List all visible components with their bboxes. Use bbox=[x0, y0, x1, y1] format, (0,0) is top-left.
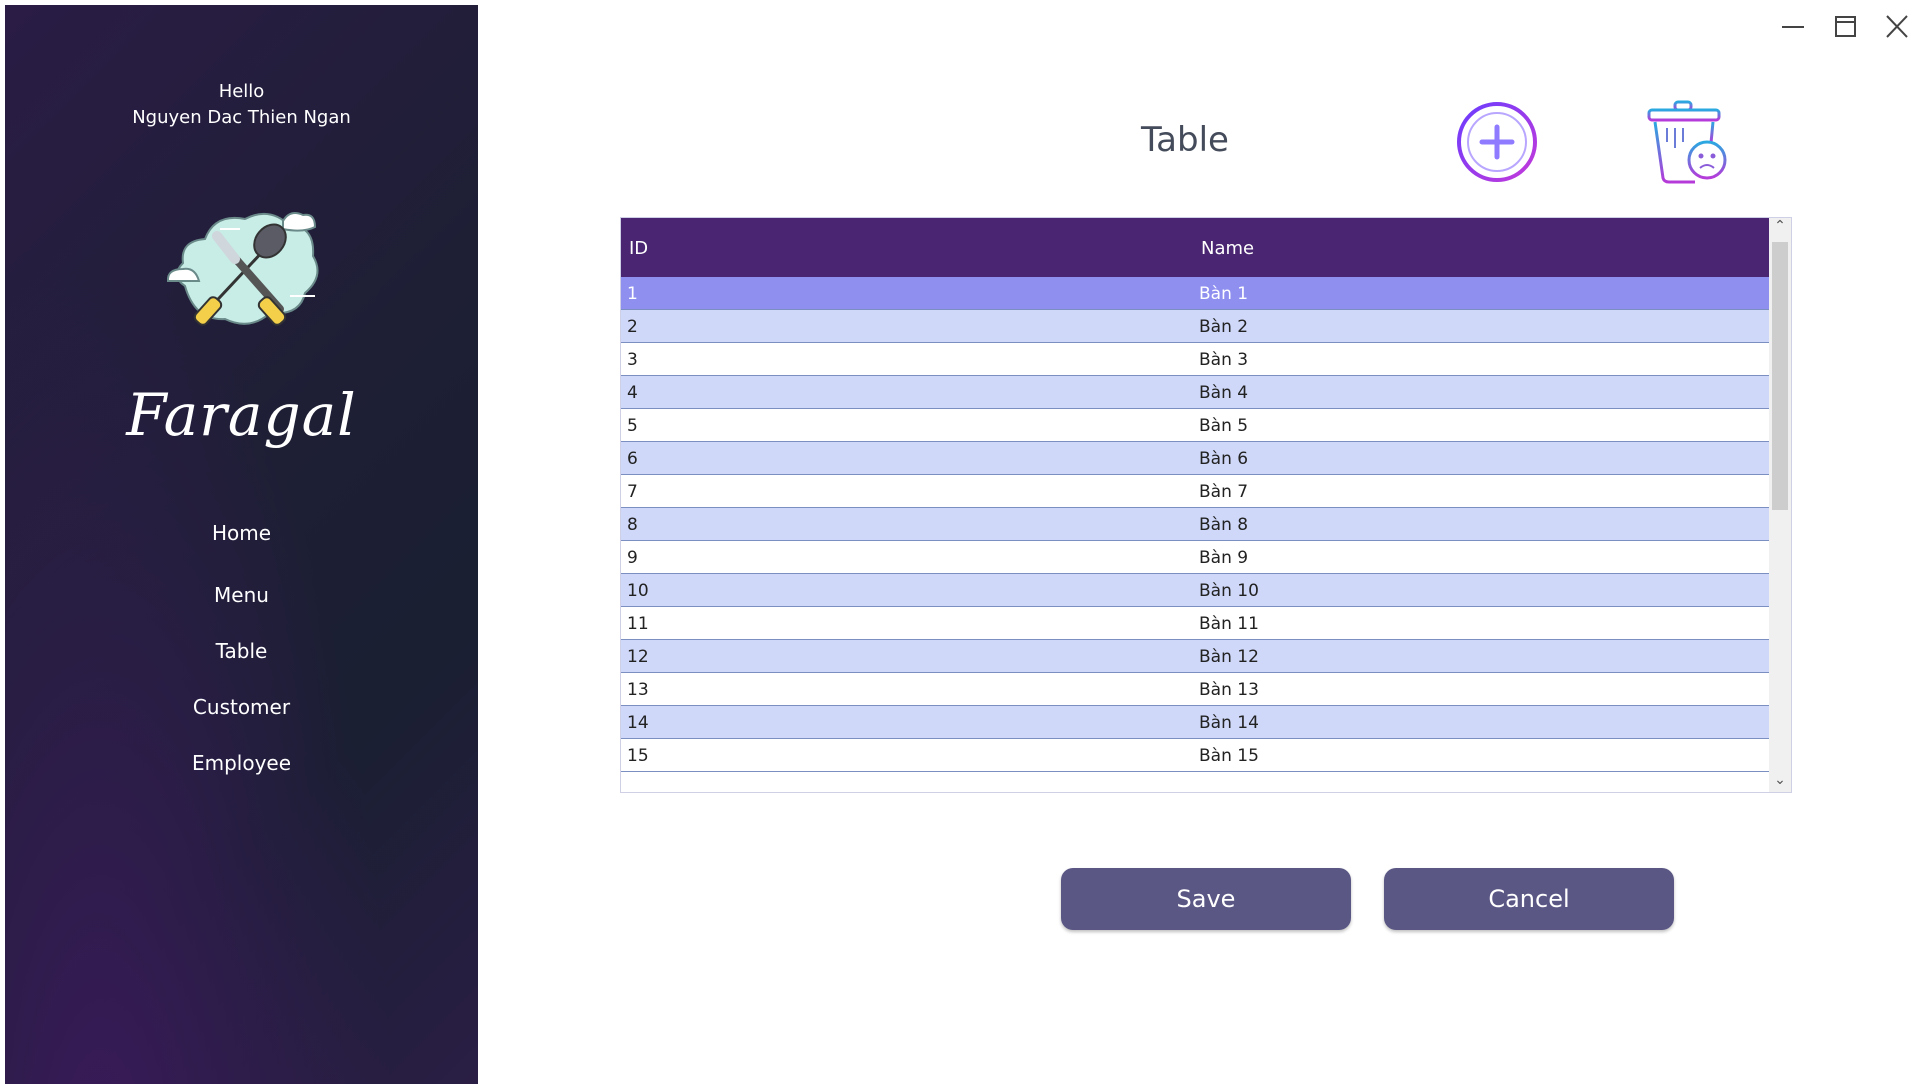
table-row[interactable]: 12 Bàn 12 bbox=[621, 640, 1769, 673]
grid-rows: 1 Bàn 1 2 Bàn 2 3 Bàn 3 4 Bàn 4 5 Bàn 5 6 Bàn 6 7 Bàn… bbox=[621, 277, 1769, 772]
nav-employee[interactable]: Employee bbox=[5, 751, 478, 775]
table-row[interactable]: 15 Bàn 15 bbox=[621, 739, 1769, 772]
cell-id: 9 bbox=[627, 548, 638, 568]
scrollbar-thumb[interactable] bbox=[1772, 242, 1788, 510]
table-row[interactable]: 5 Bàn 5 bbox=[621, 409, 1769, 442]
cell-id: 12 bbox=[627, 647, 649, 667]
cell-name: Bàn 3 bbox=[1199, 350, 1249, 370]
cell-name: Bàn 10 bbox=[1199, 581, 1259, 601]
brand-logo-text: Faragal bbox=[126, 381, 357, 449]
cell-id: 14 bbox=[627, 713, 649, 733]
cell-id: 8 bbox=[627, 515, 638, 535]
cell-name: Bàn 7 bbox=[1199, 482, 1249, 502]
cell-id: 15 bbox=[627, 746, 649, 766]
user-name: Nguyen Dac Thien Ngan bbox=[132, 107, 351, 128]
save-button[interactable]: Save bbox=[1061, 868, 1351, 930]
cell-name: Bàn 8 bbox=[1199, 515, 1249, 535]
column-header-name[interactable]: Name bbox=[1201, 238, 1254, 259]
cell-name: Bàn 6 bbox=[1199, 449, 1249, 469]
cell-id: 7 bbox=[627, 482, 638, 502]
cell-id: 3 bbox=[627, 350, 638, 370]
sidebar: Hello Nguyen Dac Thien Ngan Faragal Home… bbox=[5, 5, 478, 1084]
cell-name: Bàn 9 bbox=[1199, 548, 1249, 568]
nav-table[interactable]: Table bbox=[5, 639, 478, 663]
cell-name: Bàn 1 bbox=[1199, 284, 1249, 304]
cell-name: Bàn 4 bbox=[1199, 383, 1249, 403]
add-button[interactable] bbox=[1455, 100, 1539, 184]
column-header-id[interactable]: ID bbox=[629, 238, 648, 259]
cell-id: 5 bbox=[627, 416, 638, 436]
cell-id: 13 bbox=[627, 680, 649, 700]
table-row[interactable]: 11 Bàn 11 bbox=[621, 607, 1769, 640]
scroll-up-icon[interactable]: ⌃ bbox=[1769, 218, 1791, 238]
table-row[interactable]: 14 Bàn 14 bbox=[621, 706, 1769, 739]
page-title: Table bbox=[1141, 120, 1229, 160]
crossed-knife-spoon-icon bbox=[166, 212, 319, 326]
cell-id: 10 bbox=[627, 581, 649, 601]
cell-name: Bàn 5 bbox=[1199, 416, 1249, 436]
cell-name: Bàn 2 bbox=[1199, 317, 1249, 337]
scroll-down-icon[interactable]: ⌄ bbox=[1769, 772, 1791, 792]
cell-id: 6 bbox=[627, 449, 638, 469]
minimize-icon[interactable] bbox=[1776, 12, 1810, 42]
nav-home[interactable]: Home bbox=[5, 521, 478, 545]
cell-id: 4 bbox=[627, 383, 638, 403]
cell-id: 11 bbox=[627, 614, 649, 634]
table-row[interactable]: 2 Bàn 2 bbox=[621, 310, 1769, 343]
table-row[interactable]: 13 Bàn 13 bbox=[621, 673, 1769, 706]
table-row[interactable]: 9 Bàn 9 bbox=[621, 541, 1769, 574]
tables-grid[interactable]: ID Name 1 Bàn 1 2 Bàn 2 3 Bàn 3 4 Bàn 4 5 Bàn 56B… bbox=[620, 217, 1792, 793]
cell-name: Bàn 12 bbox=[1199, 647, 1259, 667]
nav-customer[interactable]: Customer bbox=[5, 695, 478, 719]
nav-menu[interactable]: Menu bbox=[5, 583, 478, 607]
table-row[interactable]: 7 Bàn 7 bbox=[621, 475, 1769, 508]
cell-id: 1 bbox=[627, 284, 638, 304]
table-row[interactable]: 10 Bàn 10 bbox=[621, 574, 1769, 607]
table-row[interactable]: 3 Bàn 3 bbox=[621, 343, 1769, 376]
cell-name: Bàn 14 bbox=[1199, 713, 1259, 733]
table-row[interactable]: 8 Bàn 8 bbox=[621, 508, 1769, 541]
vertical-scrollbar[interactable]: ⌃ ⌄ bbox=[1769, 218, 1791, 792]
maximize-icon[interactable] bbox=[1828, 12, 1862, 42]
table-row[interactable]: 6 Bàn 6 bbox=[621, 442, 1769, 475]
table-row[interactable]: 1 Bàn 1 bbox=[621, 277, 1769, 310]
delete-button[interactable] bbox=[1645, 98, 1730, 186]
cell-id: 2 bbox=[627, 317, 638, 337]
cell-name: Bàn 15 bbox=[1199, 746, 1259, 766]
cancel-button[interactable]: Cancel bbox=[1384, 868, 1674, 930]
greeting-text: Hello bbox=[218, 81, 265, 102]
close-icon[interactable] bbox=[1880, 12, 1914, 42]
cell-name: Bàn 11 bbox=[1199, 614, 1259, 634]
grid-header: ID Name bbox=[621, 218, 1769, 277]
cell-name: Bàn 13 bbox=[1199, 680, 1259, 700]
table-row[interactable]: 4 Bàn 4 bbox=[621, 376, 1769, 409]
